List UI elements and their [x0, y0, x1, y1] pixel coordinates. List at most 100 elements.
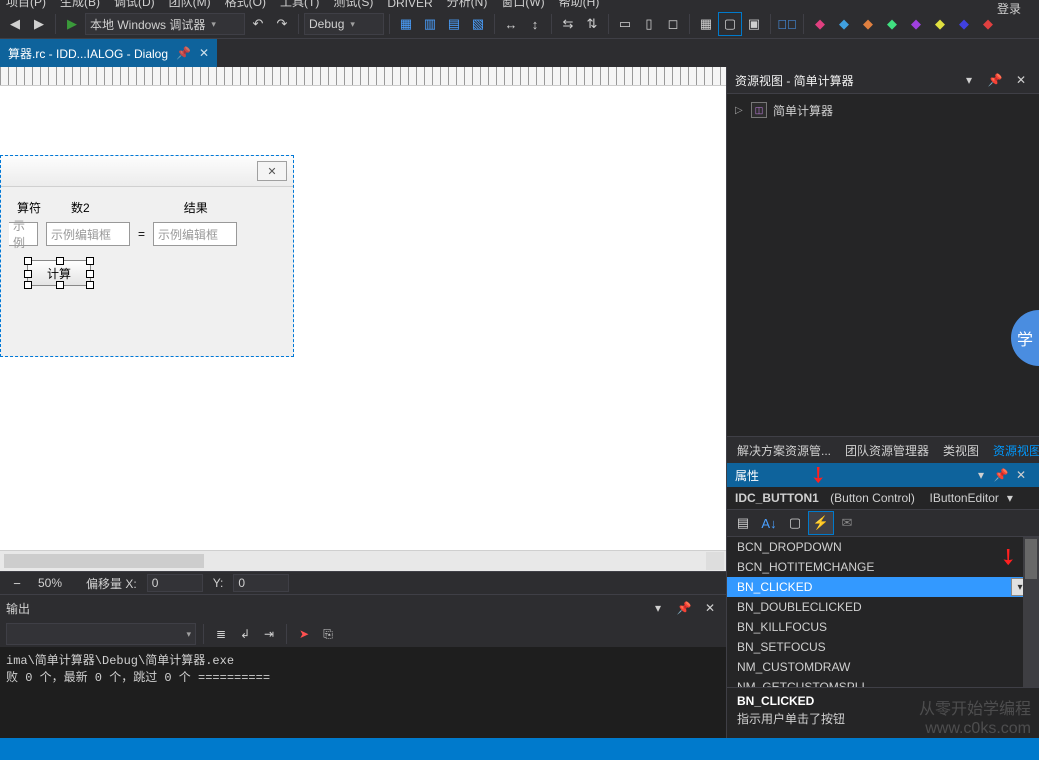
menu-item[interactable]: DRIVER — [387, 0, 432, 10]
redo-icon[interactable]: ↷ — [271, 13, 293, 35]
expand-icon[interactable]: ▷ — [735, 105, 745, 116]
tab-class-view[interactable]: 类视图 — [937, 442, 985, 459]
tool-4-icon[interactable]: ◆ — [881, 13, 903, 35]
tool-1-icon[interactable]: ◆ — [809, 13, 831, 35]
center-v-icon[interactable]: ↕ — [524, 13, 546, 35]
close-icon[interactable]: ✕ — [199, 46, 209, 60]
offset-y-label: Y: — [213, 576, 224, 590]
align-right-icon[interactable]: ▥ — [419, 13, 441, 35]
grid-icon[interactable]: ▦ — [695, 13, 717, 35]
login-link[interactable]: 登录 — [997, 0, 1021, 17]
scroll-thumb[interactable] — [4, 554, 204, 568]
debugger-combo[interactable]: 本地 Windows 调试器▾ — [85, 13, 245, 35]
config-combo[interactable]: Debug▾ — [304, 13, 384, 35]
test-dialog-icon[interactable]: ▶⃞ — [776, 13, 798, 35]
same-size-icon[interactable]: ◻ — [662, 13, 684, 35]
resview-pin-icon[interactable]: 📌 — [985, 70, 1005, 90]
offset-x-input[interactable] — [147, 574, 203, 592]
edit-operator[interactable]: 示例 — [9, 222, 38, 246]
props-pin-icon[interactable]: 📌 — [991, 465, 1011, 485]
toggle-icon[interactable]: ▣ — [743, 13, 765, 35]
menu-item[interactable]: 调试(D) — [114, 0, 155, 10]
tab-solution-explorer[interactable]: 解决方案资源管... — [731, 442, 837, 459]
edit-result[interactable]: 示例编辑框 — [153, 222, 237, 246]
align-bottom-icon[interactable]: ▧ — [467, 13, 489, 35]
offset-y-input[interactable] — [233, 574, 289, 592]
tool-5-icon[interactable]: ◆ — [905, 13, 927, 35]
pin-icon[interactable]: 📌 — [176, 46, 191, 60]
tree-root[interactable]: ▷ ◫ 简单计算器 — [735, 100, 1031, 120]
output-indent-icon[interactable]: ⇥ — [259, 624, 279, 644]
space-h-icon[interactable]: ⇆ — [557, 13, 579, 35]
output-source-combo[interactable]: ▾ — [6, 623, 196, 645]
properties-page-icon[interactable]: ▢ — [783, 512, 807, 534]
tool-3-icon[interactable]: ◆ — [857, 13, 879, 35]
align-left-icon[interactable]: ▦ — [395, 13, 417, 35]
event-row[interactable]: NM_GETCUSTOMSPLI — [727, 677, 1039, 687]
event-row[interactable]: BCN_DROPDOWN — [727, 537, 1039, 557]
back-icon[interactable]: ◀ — [4, 13, 26, 35]
event-row[interactable]: NM_CUSTOMDRAW — [727, 657, 1039, 677]
event-row[interactable]: BN_DOUBLECLICKED — [727, 597, 1039, 617]
same-width-icon[interactable]: ▭ — [614, 13, 636, 35]
same-height-icon[interactable]: ▯ — [638, 13, 660, 35]
event-row[interactable]: BCN_HOTITEMCHANGE — [727, 557, 1039, 577]
output-goto-icon[interactable]: ➤ — [294, 624, 314, 644]
event-row-selected[interactable]: BN_CLICKED ▾ — [727, 577, 1039, 597]
dialog-editor-canvas[interactable]: ✕ 算符 数2 结果 示例 示例编辑框 = 示例编辑框 计算 — [0, 67, 726, 550]
menu-item[interactable]: 团队(M) — [169, 0, 211, 10]
events-icon[interactable]: ⚡ — [809, 512, 833, 534]
offset-x-label: 偏移量 X: — [86, 575, 137, 592]
menu-item[interactable]: 窗口(W) — [501, 0, 544, 10]
dialog-close-icon[interactable]: ✕ — [257, 161, 287, 181]
output-close-icon[interactable]: ✕ — [700, 598, 720, 618]
menu-item[interactable]: 生成(B) — [60, 0, 100, 10]
events-scrollbar[interactable] — [1023, 537, 1039, 687]
menu-item[interactable]: 工具(T) — [280, 0, 319, 10]
tab-dialog-rc[interactable]: 算器.rc - IDD...IALOG - Dialog 📌 ✕ — [0, 39, 217, 67]
output-text[interactable]: ima\简单计算器\Debug\简单计算器.exe 败 0 个，最新 0 个，跳… — [0, 647, 726, 739]
edit-num2[interactable]: 示例编辑框 — [46, 222, 130, 246]
output-misc-icon[interactable]: ⎘ — [318, 624, 338, 644]
props-close-icon[interactable]: ✕ — [1011, 465, 1031, 485]
zoom-out-icon[interactable]: − — [6, 572, 28, 594]
start-debug-icon[interactable]: ▶ — [61, 13, 83, 35]
align-top-icon[interactable]: ▤ — [443, 13, 465, 35]
center-h-icon[interactable]: ↔ — [500, 13, 522, 35]
event-row[interactable]: BN_SETFOCUS — [727, 637, 1039, 657]
resview-dropdown-icon[interactable]: ▾ — [959, 70, 979, 90]
undo-icon[interactable]: ↶ — [247, 13, 269, 35]
horizontal-scrollbar[interactable] — [0, 550, 726, 571]
output-clear-icon[interactable]: ≣ — [211, 624, 231, 644]
space-v-icon[interactable]: ⇅ — [581, 13, 603, 35]
output-pin-icon[interactable]: 📌 — [674, 598, 694, 618]
output-dropdown-icon[interactable]: ▾ — [648, 598, 668, 618]
messages-icon[interactable]: ✉ — [835, 512, 859, 534]
tool-2-icon[interactable]: ◆ — [833, 13, 855, 35]
menu-item[interactable]: 测试(S) — [333, 0, 373, 10]
props-dropdown-icon[interactable]: ▾ — [971, 465, 991, 485]
resview-close-icon[interactable]: ✕ — [1011, 70, 1031, 90]
dialog-preview[interactable]: ✕ 算符 数2 结果 示例 示例编辑框 = 示例编辑框 计算 — [0, 155, 294, 357]
events-list[interactable]: BCN_DROPDOWN BCN_HOTITEMCHANGE BN_CLICKE… — [727, 537, 1039, 687]
menu-item[interactable]: 格式(O) — [225, 0, 266, 10]
ruler-horizontal — [0, 67, 726, 86]
tab-resource-view[interactable]: 资源视图 — [987, 442, 1039, 459]
tool-6-icon[interactable]: ◆ — [929, 13, 951, 35]
event-row[interactable]: BN_KILLFOCUS — [727, 617, 1039, 637]
forward-icon[interactable]: ▶ — [28, 13, 50, 35]
tab-team-explorer[interactable]: 团队资源管理器 — [839, 442, 935, 459]
tool-8-icon[interactable]: ◆ — [977, 13, 999, 35]
menu-item[interactable]: 项目(P) — [6, 0, 46, 10]
properties-header: 属性 ▾ 📌 ✕ — [727, 463, 1039, 487]
categorized-icon[interactable]: ▤ — [731, 512, 755, 534]
calc-button[interactable]: 计算 — [27, 260, 91, 286]
properties-object[interactable]: IDC_BUTTON1 (Button Control) IButtonEdit… — [727, 487, 1039, 510]
menu-item[interactable]: 帮助(H) — [559, 0, 600, 10]
tool-7-icon[interactable]: ◆ — [953, 13, 975, 35]
alphabetical-icon[interactable]: A↓ — [757, 512, 781, 534]
guides-icon[interactable]: ▢ — [719, 13, 741, 35]
resource-tree[interactable]: ▷ ◫ 简单计算器 — [727, 94, 1039, 436]
output-wrap-icon[interactable]: ↲ — [235, 624, 255, 644]
menu-item[interactable]: 分析(N) — [447, 0, 488, 10]
